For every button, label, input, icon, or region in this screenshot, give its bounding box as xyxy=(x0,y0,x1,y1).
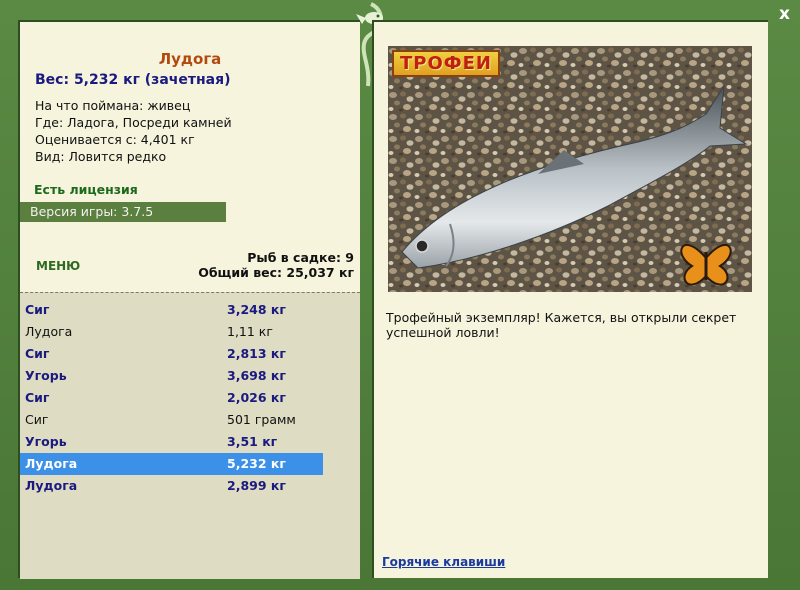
menu-button[interactable]: МЕНЮ xyxy=(36,259,80,273)
close-button[interactable]: x xyxy=(779,6,790,23)
catch-fish-weight: 501 грамм xyxy=(227,412,296,427)
catch-fish-name: Угорь xyxy=(25,368,67,383)
species-info: Вид: Ловится редко xyxy=(35,149,167,164)
catch-list-item[interactable]: Сиг 2,813 кг xyxy=(20,343,323,365)
fish-photo-image xyxy=(388,46,752,292)
catch-list-item[interactable]: Угорь 3,51 кг xyxy=(20,431,323,453)
catch-fish-name: Сиг xyxy=(25,302,50,317)
catch-fish-weight: 3,248 кг xyxy=(227,302,286,317)
catch-fish-name: Угорь xyxy=(25,434,67,449)
catch-fish-weight: 3,51 кг xyxy=(227,434,278,449)
catch-fish-name: Лудога xyxy=(25,324,73,339)
catch-list-item[interactable]: Сиг 501 грамм xyxy=(20,409,323,431)
catch-fish-weight: 1,11 кг xyxy=(227,324,273,339)
fish-info-panel: Лудога Вес: 5,232 кг (зачетная) На что п… xyxy=(18,20,360,579)
catch-fish-weight: 2,026 кг xyxy=(227,390,286,405)
trophy-badge: ТРОФЕИ xyxy=(392,50,500,77)
fish-photo: ТРОФЕИ xyxy=(388,46,752,292)
catch-list-item[interactable]: Лудога 5,232 кг xyxy=(20,453,323,475)
version-bar: Версия игры: 3.7.5 xyxy=(20,202,226,222)
trophy-panel: ТРОФЕИ Трофейный экземпляр! Кажется, вы … xyxy=(372,20,768,578)
keepnet-stats: Рыб в садке: 9 Общий вес: 25,037 кг xyxy=(198,250,354,280)
catch-list-item[interactable]: Лудога 1,11 кг xyxy=(20,321,323,343)
hotkeys-link[interactable]: Горячие клавиши xyxy=(382,555,505,569)
location-info: Где: Ладога, Посреди камней xyxy=(35,115,232,130)
fish-weight: Вес: 5,232 кг (зачетная) xyxy=(35,72,231,88)
catch-fish-name: Лудога xyxy=(25,478,78,493)
catch-list-item[interactable]: Угорь 3,698 кг xyxy=(20,365,323,387)
trophy-description: Трофейный экземпляр! Кажется, вы открыли… xyxy=(386,310,737,340)
catch-list-item[interactable]: Сиг 2,026 кг xyxy=(20,387,323,409)
bait-info: На что поймана: живец xyxy=(35,98,191,113)
keepnet-count: Рыб в садке: 9 xyxy=(247,250,354,265)
keepnet-total-weight: Общий вес: 25,037 кг xyxy=(198,265,354,280)
fish-details: На что поймана: живец Где: Ладога, Посре… xyxy=(35,97,232,165)
catch-fish-name: Сиг xyxy=(25,346,50,361)
catch-fish-name: Сиг xyxy=(25,390,50,405)
catch-fish-weight: 2,813 кг xyxy=(227,346,286,361)
catch-list: Сиг 3,248 кг Лудога 1,11 кг Сиг 2,813 кг Угорь… xyxy=(20,292,360,579)
catch-fish-name: Сиг xyxy=(25,412,49,427)
catch-list-item[interactable]: Лудога 2,899 кг xyxy=(20,475,323,497)
catch-fish-weight: 5,232 кг xyxy=(227,456,286,471)
catch-fish-weight: 2,899 кг xyxy=(227,478,286,493)
catch-fish-weight: 3,698 кг xyxy=(227,368,286,383)
catch-fish-name: Лудога xyxy=(25,456,78,471)
game-window-frame: x Лудога Вес: 5,232 кг (зачетная) На что… xyxy=(0,0,800,590)
catch-list-item[interactable]: Сиг 3,248 кг xyxy=(20,299,323,321)
fish-title: Лудога xyxy=(158,50,222,68)
rating-info: Оценивается с: 4,401 кг xyxy=(35,132,195,147)
license-status: Есть лицензия xyxy=(34,182,138,197)
